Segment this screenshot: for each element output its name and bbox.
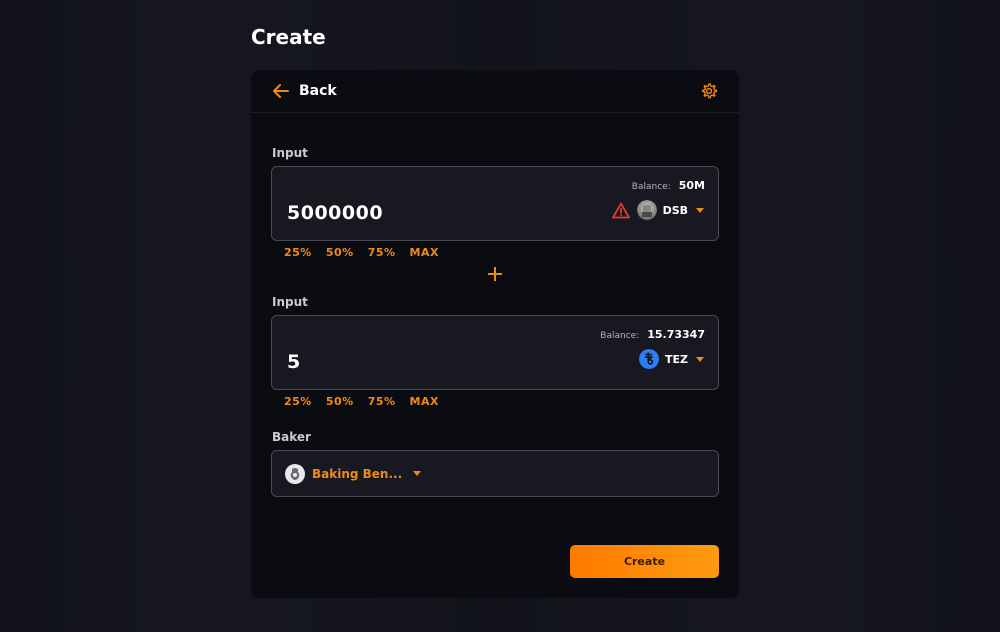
back-label: Back: [299, 83, 337, 99]
input2-pct-50[interactable]: 50%: [326, 395, 354, 408]
input2-percent-row: 25% 50% 75% MAX: [284, 395, 453, 408]
input1-token-selector[interactable]: DSB: [636, 200, 704, 220]
input1-balance: Balance: 50M: [632, 179, 705, 192]
baker-logo-icon: [290, 467, 300, 480]
chevron-down-icon: [696, 207, 704, 213]
create-button[interactable]: Create: [570, 545, 719, 578]
input2-token-selector[interactable]: TEZ: [639, 349, 704, 369]
input2-pct-75[interactable]: 75%: [368, 395, 396, 408]
input1-balance-value: 50M: [678, 179, 705, 192]
input1-label: Input: [272, 146, 308, 160]
input1-percent-row: 25% 50% 75% MAX: [284, 246, 453, 259]
input1-balance-label: Balance:: [631, 182, 671, 192]
input1-token-symbol: DSB: [662, 203, 688, 217]
input1-pct-25[interactable]: 25%: [284, 246, 312, 259]
input1-pct-75[interactable]: 75%: [368, 246, 396, 259]
input2-balance-value: 15.73347: [647, 328, 705, 341]
gear-icon[interactable]: [700, 82, 718, 100]
page: Create Back Input Balance: 50M 5000000 D…: [0, 0, 1000, 632]
input1-pct-50[interactable]: 50%: [326, 246, 354, 259]
input2-balance-label: Balance:: [600, 331, 640, 341]
card-header: Back: [251, 70, 739, 113]
input2-amount-field[interactable]: 5: [287, 351, 301, 373]
page-title: Create: [251, 25, 326, 49]
baker-label: Baker: [272, 430, 311, 444]
input1-box: Balance: 50M 5000000 DSB: [271, 166, 719, 241]
plus-icon: [488, 267, 502, 281]
create-card: Back Input Balance: 50M 5000000 DSB 25% …: [251, 70, 739, 598]
input1-pct-max[interactable]: MAX: [410, 246, 439, 259]
back-button[interactable]: Back: [273, 83, 337, 99]
input2-balance: Balance: 15.73347: [600, 328, 705, 341]
input2-label: Input: [272, 295, 308, 309]
chevron-down-icon: [413, 471, 422, 476]
arrow-left-icon: [273, 84, 289, 98]
baker-name: Baking Ben...: [312, 466, 403, 481]
baker-avatar: [285, 463, 305, 484]
warning-triangle-icon: [612, 202, 630, 219]
baker-selector[interactable]: Baking Ben...: [271, 450, 719, 497]
input2-token-symbol: TEZ: [665, 352, 688, 366]
input2-pct-25[interactable]: 25%: [284, 395, 312, 408]
tez-token-icon: [639, 349, 659, 369]
chevron-down-icon: [696, 356, 704, 362]
input2-pct-max[interactable]: MAX: [410, 395, 439, 408]
input2-box: Balance: 15.73347 5 TEZ: [271, 315, 719, 390]
dsb-token-icon: [636, 200, 657, 220]
input1-amount-field[interactable]: 5000000: [287, 202, 383, 224]
